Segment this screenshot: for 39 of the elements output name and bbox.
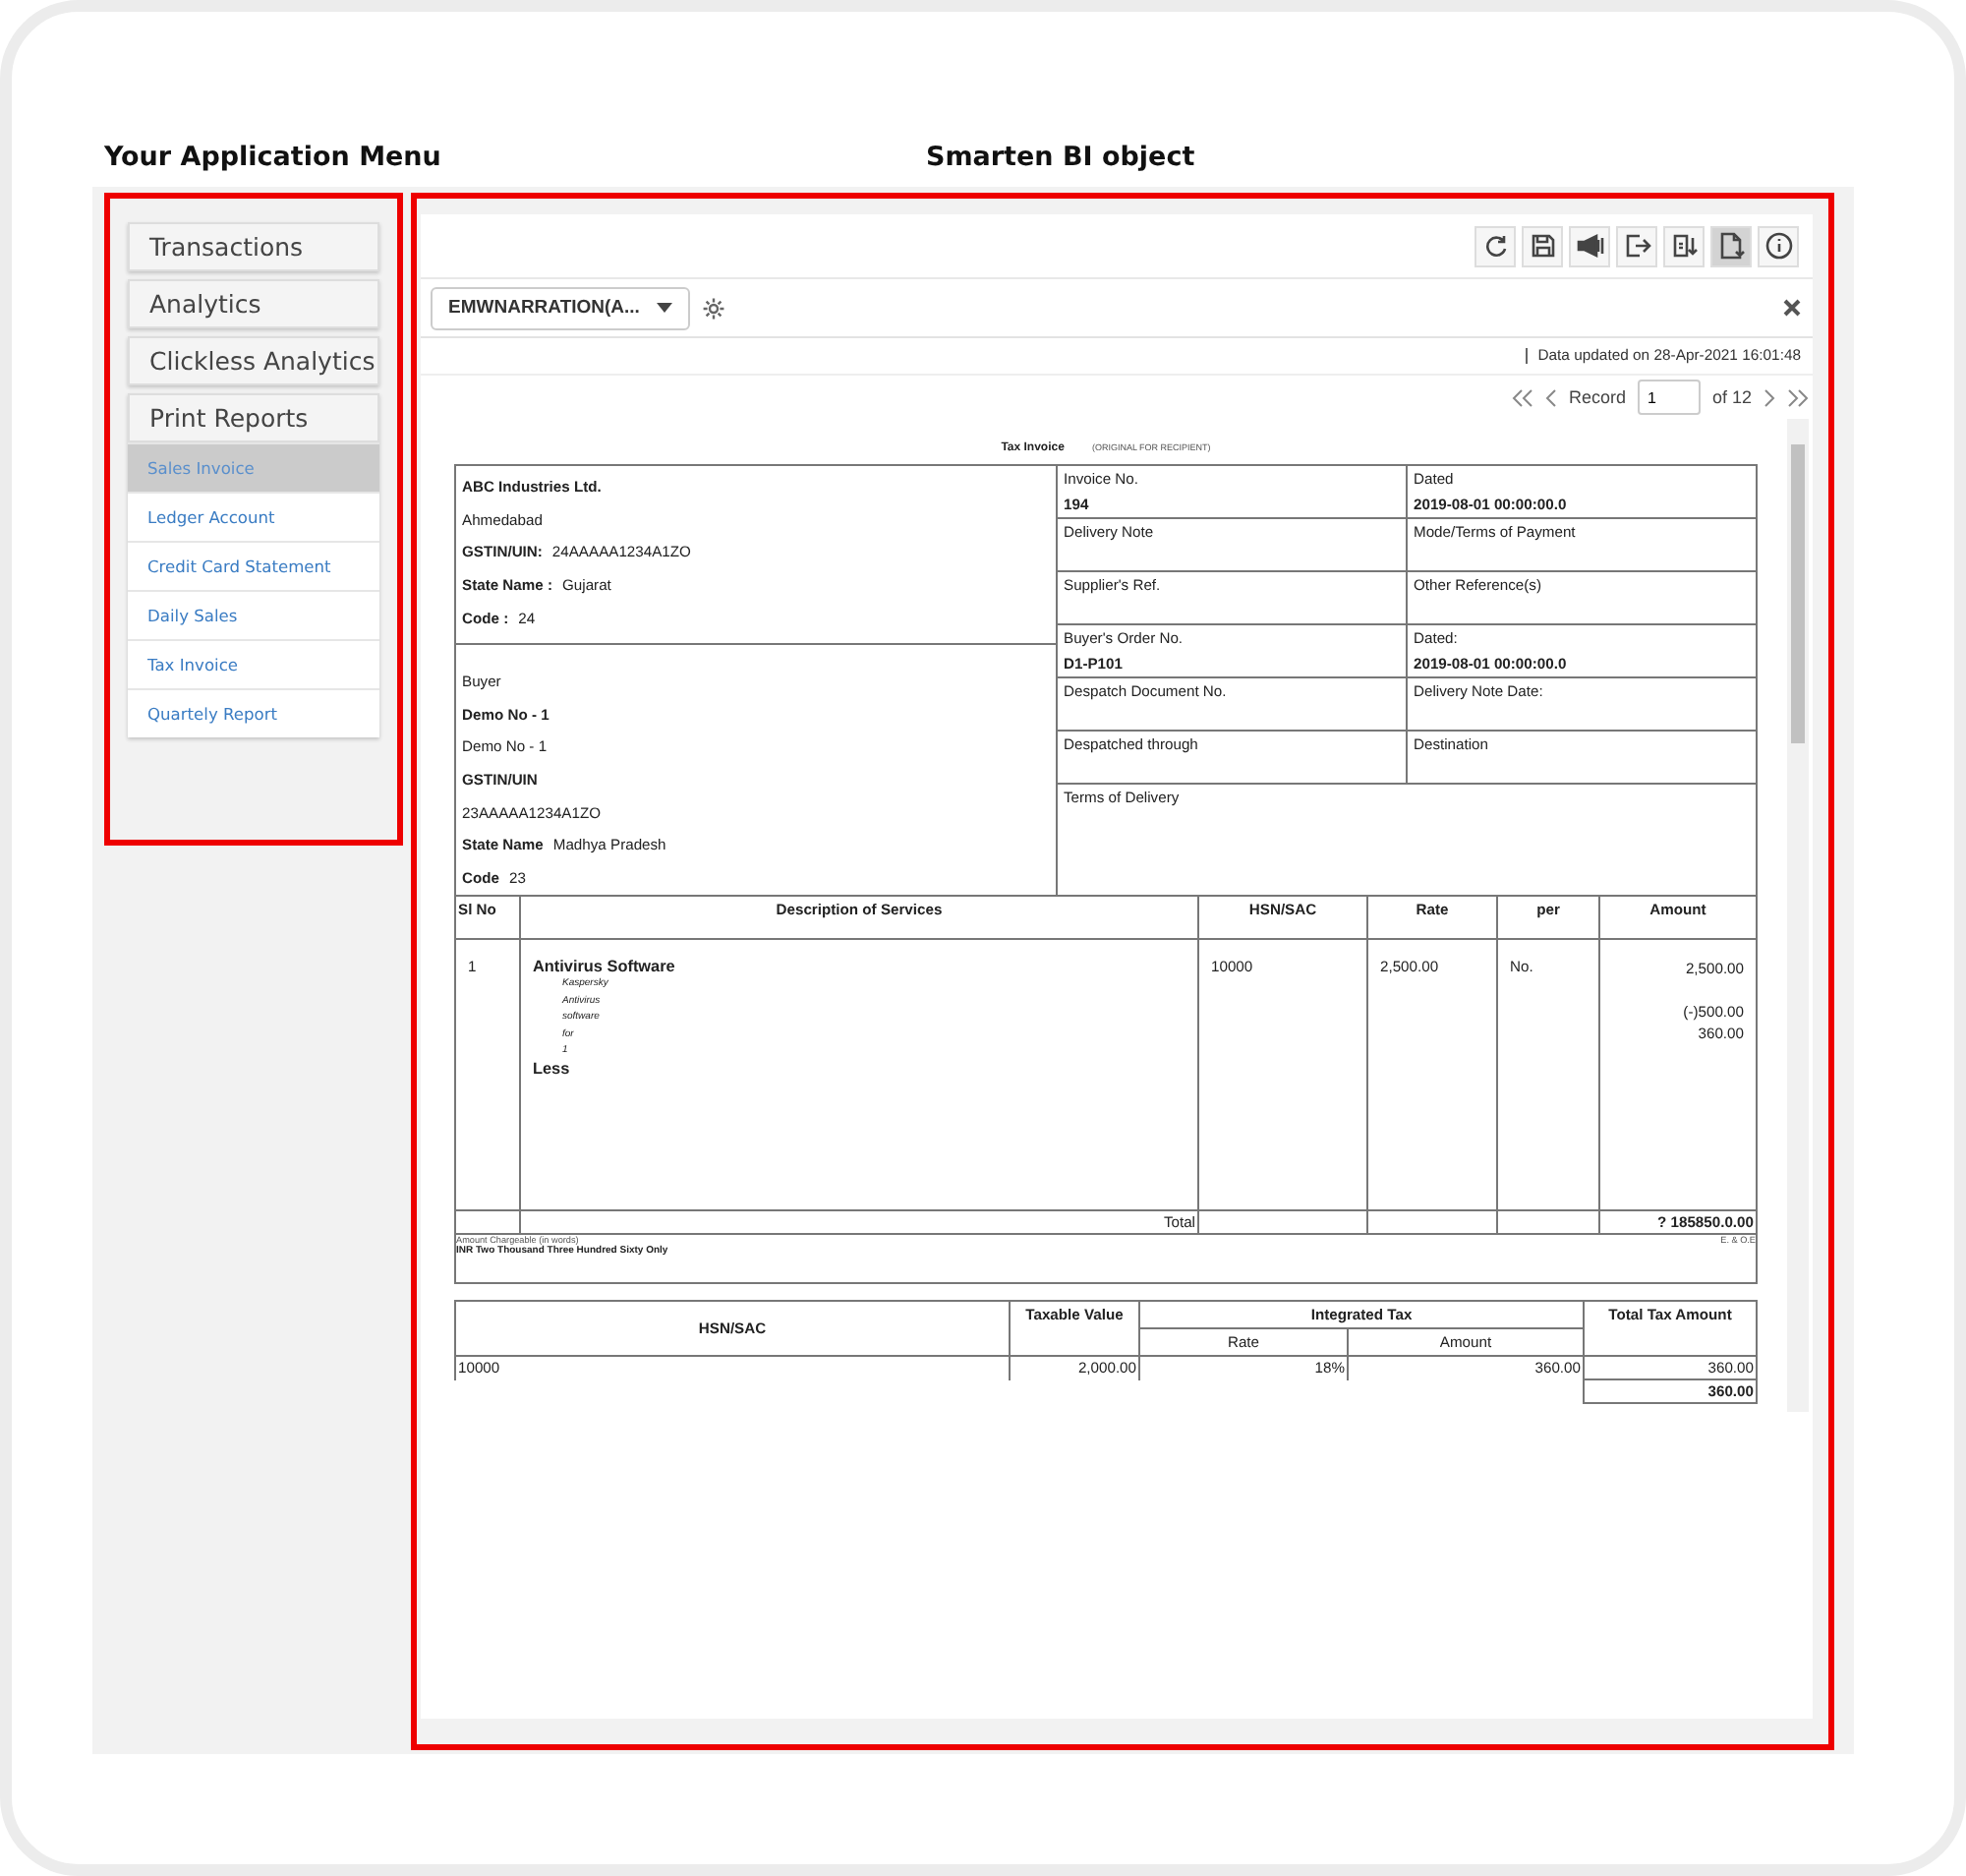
- next-page-icon[interactable]: [1764, 388, 1775, 406]
- menu-group[interactable]: Analytics: [128, 279, 379, 328]
- menu-item[interactable]: Tax Invoice: [128, 639, 379, 688]
- refresh-button[interactable]: [1474, 225, 1516, 266]
- caret-icon: [657, 303, 672, 313]
- report-dropdown[interactable]: EMWNARRATION(A...: [431, 286, 690, 329]
- record-input[interactable]: 1: [1637, 380, 1701, 415]
- previous-page-icon[interactable]: [1544, 388, 1557, 406]
- document-button[interactable]: [1710, 225, 1752, 266]
- menu-item[interactable]: Credit Card Statement: [128, 541, 379, 590]
- save-icon: [1529, 232, 1556, 260]
- settings-icon[interactable]: [702, 296, 725, 320]
- menu-item[interactable]: Ledger Account: [128, 492, 379, 541]
- export-button[interactable]: [1616, 225, 1657, 266]
- menu-group[interactable]: Clickless Analytics: [128, 336, 379, 385]
- close-icon[interactable]: [1783, 299, 1801, 317]
- less-label: Less: [533, 1059, 572, 1077]
- first-page-icon[interactable]: [1511, 388, 1533, 406]
- menu-item[interactable]: Daily Sales: [128, 590, 379, 639]
- menu-item[interactable]: Quartely Report: [128, 688, 379, 737]
- announce-button[interactable]: [1569, 225, 1610, 266]
- refresh-icon: [1481, 232, 1509, 260]
- save-button[interactable]: [1522, 225, 1563, 266]
- document-icon: [1717, 232, 1745, 260]
- menu-group[interactable]: Print Reports: [128, 393, 379, 442]
- scrollbar[interactable]: [1787, 419, 1809, 1412]
- info-icon: [1764, 232, 1792, 260]
- download-icon: [1670, 232, 1698, 260]
- menu-group[interactable]: Transactions: [128, 222, 379, 271]
- megaphone-icon: [1576, 232, 1603, 260]
- download-button[interactable]: [1663, 225, 1705, 266]
- object-heading: Smarten BI object: [926, 142, 1195, 173]
- record-total: of 12: [1711, 387, 1752, 407]
- record-label: Record: [1568, 387, 1626, 407]
- info-button[interactable]: [1758, 225, 1799, 266]
- last-page-icon[interactable]: [1787, 388, 1809, 406]
- export-icon: [1623, 232, 1650, 260]
- item-name: Antivirus Software: [533, 958, 677, 975]
- menu-heading: Your Application Menu: [104, 142, 441, 173]
